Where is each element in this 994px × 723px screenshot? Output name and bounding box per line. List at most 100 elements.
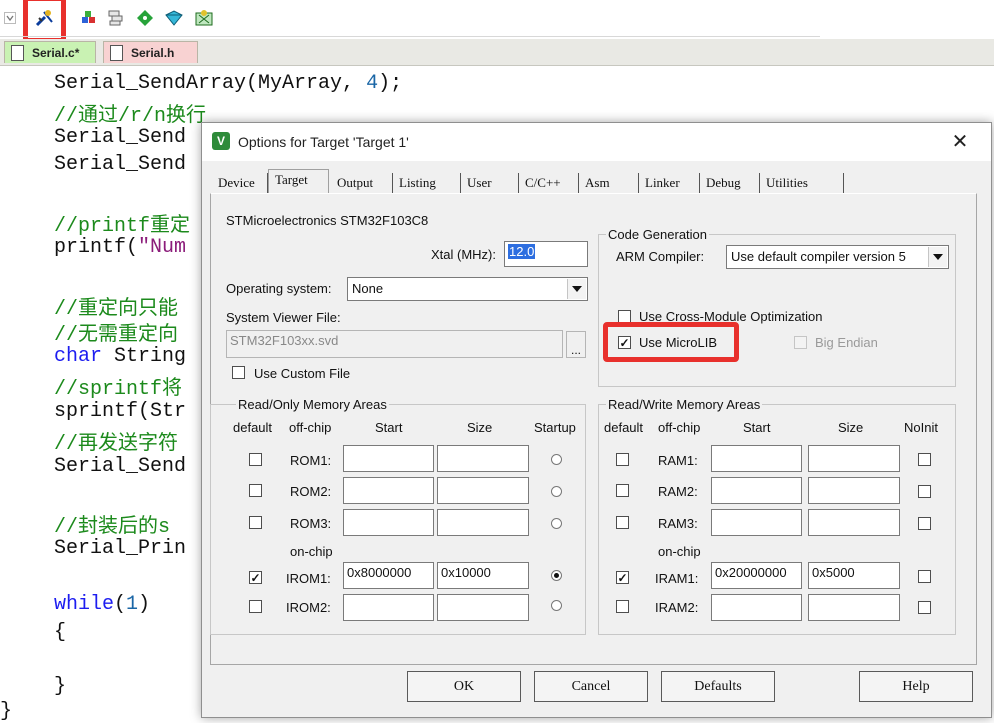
rom2-size-input[interactable] xyxy=(437,477,529,504)
svd-file-input[interactable]: STM32F103xx.svd xyxy=(226,330,563,358)
tab-output[interactable]: Output xyxy=(331,173,393,193)
tab-asm[interactable]: Asm xyxy=(579,173,639,193)
tab-serial-h[interactable]: Serial.h xyxy=(103,41,198,63)
chevron-down-icon xyxy=(928,247,947,267)
ram3-default-checkbox[interactable] xyxy=(616,516,629,529)
tab-linker[interactable]: Linker xyxy=(639,173,700,193)
ram3-size-input[interactable] xyxy=(808,509,900,536)
irom1-startup-radio[interactable] xyxy=(551,570,562,581)
iram2-default-checkbox[interactable] xyxy=(616,600,629,613)
file-extensions-icon[interactable] xyxy=(105,7,127,29)
irom1-size-input[interactable]: 0x10000 xyxy=(437,562,529,589)
rom1-default-checkbox[interactable] xyxy=(249,453,262,466)
rom2-label: ROM2: xyxy=(290,484,332,499)
big-endian-checkbox[interactable] xyxy=(794,336,807,349)
ram2-default-checkbox[interactable] xyxy=(616,484,629,497)
use-custom-file-checkbox[interactable] xyxy=(232,366,245,379)
rom1-start-input[interactable] xyxy=(343,445,434,472)
rom3-default-checkbox[interactable] xyxy=(249,516,262,529)
code-line: } xyxy=(54,675,67,698)
os-label: Operating system: xyxy=(226,281,332,296)
iram1-noinit-checkbox[interactable] xyxy=(918,570,931,583)
rom3-start-input[interactable] xyxy=(343,509,434,536)
code-line: //封装后的s xyxy=(54,516,171,539)
irom2-size-input[interactable] xyxy=(437,594,529,621)
code-line: { xyxy=(54,621,67,644)
device-name: STMicroelectronics STM32F103C8 xyxy=(226,213,429,228)
iram2-start-input[interactable] xyxy=(711,594,802,621)
code-line: printf("Num xyxy=(54,236,187,259)
rom2-start-input[interactable] xyxy=(343,477,434,504)
ro-header-offchip: off-chip xyxy=(289,420,332,435)
iram2-noinit-checkbox[interactable] xyxy=(918,601,931,614)
rom2-startup-radio[interactable] xyxy=(551,486,562,497)
ro-header-startup: Startup xyxy=(534,420,576,435)
tab-c-cpp[interactable]: C/C++ xyxy=(519,173,579,193)
ram1-size-input[interactable] xyxy=(808,445,900,472)
iram1-start-input[interactable]: 0x20000000 xyxy=(711,562,802,589)
code-line: //无需重定向 xyxy=(54,324,179,347)
rom1-startup-radio[interactable] xyxy=(551,454,562,465)
defaults-button[interactable]: Defaults xyxy=(661,671,775,702)
compiler-select[interactable]: Use default compiler version 5 xyxy=(726,245,949,269)
iram1-size-input[interactable]: 0x5000 xyxy=(808,562,900,589)
cancel-button[interactable]: Cancel xyxy=(534,671,648,702)
ram1-default-checkbox[interactable] xyxy=(616,453,629,466)
file-tabs-bar: Serial.c* Serial.h xyxy=(0,39,994,66)
rom2-default-checkbox[interactable] xyxy=(249,484,262,497)
irom1-default-checkbox[interactable]: ✓ xyxy=(249,571,262,584)
rom1-label: ROM1: xyxy=(290,453,332,468)
select-pack-icon[interactable] xyxy=(163,7,185,29)
ram3-noinit-checkbox[interactable] xyxy=(918,517,931,530)
iram1-default-checkbox[interactable]: ✓ xyxy=(616,571,629,584)
xtal-label: Xtal (MHz): xyxy=(431,247,496,262)
pack-installer-icon[interactable] xyxy=(134,7,156,29)
irom2-startup-radio[interactable] xyxy=(551,600,562,611)
ram2-noinit-checkbox[interactable] xyxy=(918,485,931,498)
manage-components-icon[interactable] xyxy=(78,7,100,29)
xtal-input[interactable]: 12.0 xyxy=(504,241,588,267)
rom3-size-input[interactable] xyxy=(437,509,529,536)
ram2-size-input[interactable] xyxy=(808,477,900,504)
ram1-noinit-checkbox[interactable] xyxy=(918,453,931,466)
ok-button[interactable]: OK xyxy=(407,671,521,702)
os-select[interactable]: None xyxy=(347,277,588,301)
ro-memory-title: Read/Only Memory Areas xyxy=(236,397,389,412)
help-button[interactable]: Help xyxy=(859,671,973,702)
code-line: //再发送字符 xyxy=(54,433,179,456)
rom3-startup-radio[interactable] xyxy=(551,518,562,529)
iram2-size-input[interactable] xyxy=(808,594,900,621)
dialog-title: Options for Target 'Target 1' xyxy=(238,134,409,150)
code-generation-title: Code Generation xyxy=(606,227,710,242)
toolbar-divider xyxy=(0,36,820,37)
microlib-checkbox[interactable]: ✓ xyxy=(618,336,631,349)
microlib-label: Use MicroLIB xyxy=(639,335,718,350)
tab-serial-c[interactable]: Serial.c* xyxy=(4,41,96,63)
run-time-environment-icon[interactable] xyxy=(193,7,215,29)
code-line: //通过/r/n换行 xyxy=(54,105,207,128)
toolbar xyxy=(0,0,994,43)
browse-button[interactable]: ... xyxy=(566,331,586,358)
use-custom-file-label: Use Custom File xyxy=(254,366,351,381)
ram1-start-input[interactable] xyxy=(711,445,802,472)
svd-label: System Viewer File: xyxy=(226,310,341,325)
rw-onchip-label: on-chip xyxy=(658,544,701,559)
ram3-start-input[interactable] xyxy=(711,509,802,536)
irom1-start-input[interactable]: 0x8000000 xyxy=(343,562,434,589)
tab-listing[interactable]: Listing xyxy=(393,173,461,193)
ram2-start-input[interactable] xyxy=(711,477,802,504)
tab-target[interactable]: Target xyxy=(268,169,329,194)
irom2-start-input[interactable] xyxy=(343,594,434,621)
chevron-down-icon[interactable] xyxy=(3,7,17,29)
close-button[interactable]: ✕ xyxy=(949,131,971,153)
app-icon: V xyxy=(212,132,230,150)
document-icon xyxy=(110,44,123,61)
code-line: Serial_Send xyxy=(54,455,187,478)
tab-device[interactable]: Device xyxy=(212,173,268,193)
tab-debug[interactable]: Debug xyxy=(700,173,760,193)
tab-utilities[interactable]: Utilities xyxy=(760,173,844,193)
irom2-default-checkbox[interactable] xyxy=(249,600,262,613)
tab-user[interactable]: User xyxy=(461,173,519,193)
rom1-size-input[interactable] xyxy=(437,445,529,472)
document-icon xyxy=(11,44,24,61)
